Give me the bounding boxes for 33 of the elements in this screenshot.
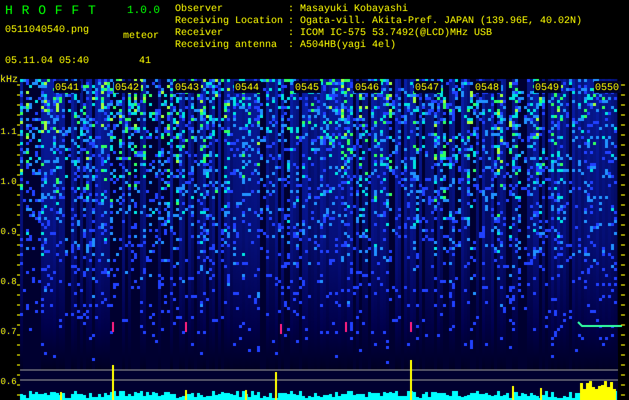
unit-label: kHz	[0, 75, 18, 86]
info-label: Receiving Location	[175, 16, 284, 28]
info-value: ICOM IC-575 53.7492(@LCD)MHz USB	[300, 28, 494, 40]
colon: :	[288, 28, 296, 40]
time-label: 0547	[415, 83, 440, 94]
time-label: 0544	[235, 83, 260, 94]
info-label: Receiving antenna	[175, 40, 278, 52]
info-label: Observer	[175, 4, 224, 16]
time-label: 0542	[115, 83, 140, 94]
info-value: Masayuki Kobayashi	[300, 4, 410, 16]
colon: :	[288, 4, 296, 16]
colon: :	[288, 40, 296, 52]
colon: :	[288, 16, 296, 28]
info-value: A504HB(yagi 4el)	[300, 40, 398, 52]
frequency-label: 0.7	[0, 327, 17, 337]
frequency-label: 0.6	[0, 377, 17, 387]
meteor-count: 41	[138, 55, 152, 70]
frequency-label: 0.9	[0, 227, 17, 237]
frequency-label: 1.0	[0, 177, 17, 187]
time-label: 0543	[175, 83, 200, 94]
info-label: Receiver	[175, 28, 224, 40]
frequency-label: 0.8	[0, 277, 17, 287]
app-title: H R O F F T	[5, 3, 97, 20]
frequency-label: 1.1	[0, 127, 17, 137]
time-label: 0541	[55, 83, 80, 94]
file-name: 0511040540.png	[5, 24, 90, 38]
info-value: Ogata-vill. Akita-Pref. JAPAN (139.96E, 40.02N)	[300, 16, 582, 28]
date-time: 05.11.04 05:40	[5, 55, 90, 70]
time-label: 0546	[355, 83, 380, 94]
time-label: 0545	[295, 83, 320, 94]
time-label: 0549	[535, 83, 560, 94]
time-label: 0550	[595, 83, 620, 94]
time-label: 0548	[475, 83, 500, 94]
